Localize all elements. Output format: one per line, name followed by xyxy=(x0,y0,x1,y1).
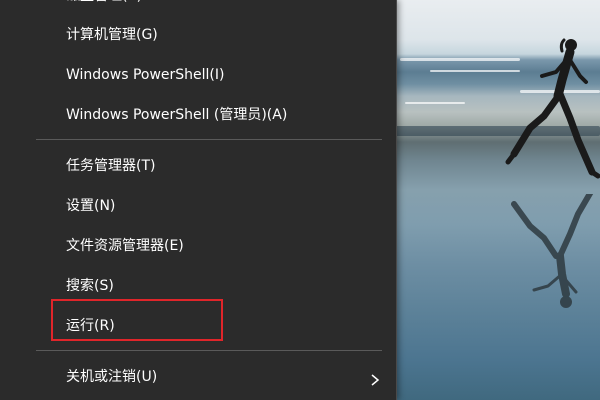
menu-item-label: 运行(R) xyxy=(66,318,115,334)
menu-item-label: Windows PowerShell (管理员)(A) xyxy=(66,107,288,123)
menu-item-run[interactable]: 运行(R) xyxy=(0,306,396,346)
menu-separator xyxy=(36,139,382,140)
menu-separator xyxy=(36,350,382,351)
winx-context-menu: 磁盘管理(K) 计算机管理(G) Windows PowerShell(I) W… xyxy=(0,0,397,400)
menu-item-task-manager[interactable]: 任务管理器(T) xyxy=(0,146,396,186)
runner-reflection xyxy=(511,194,594,308)
menu-item-search[interactable]: 搜索(S) xyxy=(0,266,396,306)
menu-item-label: 计算机管理(G) xyxy=(66,27,158,43)
menu-item-label: 搜索(S) xyxy=(66,278,114,294)
menu-item-label: 设置(N) xyxy=(66,198,116,214)
menu-item-label: 文件资源管理器(E) xyxy=(66,238,184,254)
menu-item-settings[interactable]: 设置(N) xyxy=(0,186,396,226)
chevron-right-icon xyxy=(370,371,380,390)
menu-item-label: Windows PowerShell(I) xyxy=(66,67,225,83)
menu-item-label: 磁盘管理(K) xyxy=(66,0,142,16)
menu-item-file-explorer[interactable]: 文件资源管理器(E) xyxy=(0,226,396,266)
menu-item-label: 关机或注销(U) xyxy=(66,369,158,385)
menu-item-label: 任务管理器(T) xyxy=(66,158,156,174)
menu-item-shutdown-signout[interactable]: 关机或注销(U) xyxy=(0,357,396,397)
menu-item-powershell-admin[interactable]: Windows PowerShell (管理员)(A) xyxy=(0,95,396,135)
runner-silhouette xyxy=(505,38,600,179)
menu-item-powershell[interactable]: Windows PowerShell(I) xyxy=(0,55,396,95)
menu-item-disk-management[interactable]: 磁盘管理(K) xyxy=(0,0,396,16)
menu-item-computer-management[interactable]: 计算机管理(G) xyxy=(0,15,396,55)
